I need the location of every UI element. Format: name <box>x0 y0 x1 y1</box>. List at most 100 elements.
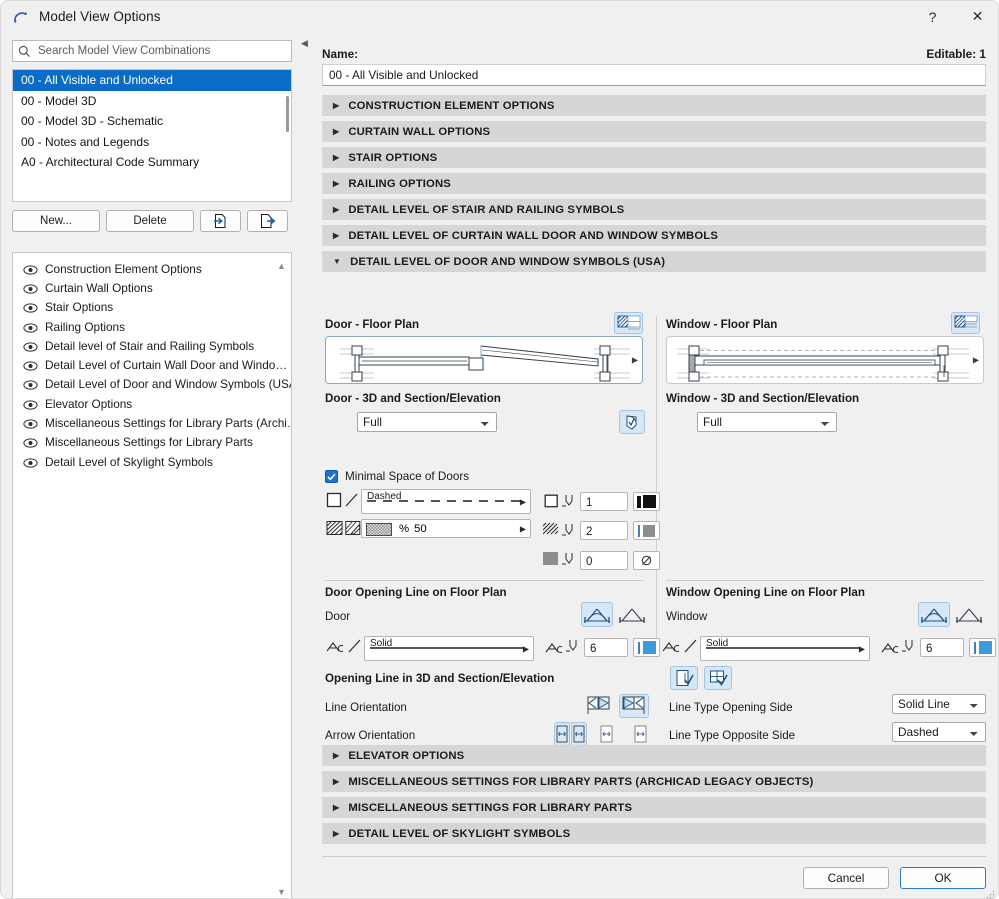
minimal-space-fill-pen-value[interactable]: 2 <box>580 521 628 540</box>
collapse-left-arrow-icon[interactable]: ◀ <box>301 38 308 49</box>
opening-line-pen-icon[interactable] <box>662 640 682 659</box>
window-floor-plan-preview[interactable]: ▶ <box>666 336 984 384</box>
eye-icon[interactable] <box>23 360 38 370</box>
contour-square-icon[interactable] <box>544 494 559 513</box>
eye-icon[interactable] <box>23 399 38 409</box>
list-item[interactable]: Curtain Wall Options <box>13 278 291 297</box>
solid-grey-icon[interactable] <box>543 552 558 565</box>
eye-icon[interactable] <box>23 341 38 351</box>
section-detail-level-curtain-wall-door-window[interactable]: ▶ DETAIL LEVEL OF CURTAIN WALL DOOR AND … <box>322 225 986 246</box>
list-item[interactable]: Construction Element Options <box>13 259 291 278</box>
arrow-orientation-single-right-icon[interactable] <box>631 722 649 746</box>
hatch-fill-icon[interactable] <box>326 520 343 541</box>
search-input[interactable] <box>36 42 281 60</box>
options-list[interactable]: Construction Element Options Curtain Wal… <box>12 252 292 899</box>
import-arrow-icon[interactable] <box>200 210 241 232</box>
list-item[interactable]: Detail level of Stair and Railing Symbol… <box>13 336 291 355</box>
door-opening-3d-icon[interactable] <box>670 666 698 690</box>
window-opening-pen-value[interactable]: 6 <box>920 638 964 657</box>
dropdown-arrow-icon[interactable]: ▶ <box>523 644 529 653</box>
door-floor-plan-preview[interactable]: ▶ <box>325 336 643 384</box>
preview-next-arrow-icon[interactable]: ▶ <box>632 356 638 365</box>
window-3d-detail-select[interactable]: Full <box>697 412 837 432</box>
hatch-wall-detail-icon[interactable] <box>614 312 643 334</box>
section-elevator-options[interactable]: ▶ ELEVATOR OPTIONS <box>322 745 986 766</box>
list-item[interactable]: Elevator Options <box>13 394 291 413</box>
name-input[interactable]: 00 - All Visible and Unlocked <box>322 64 986 86</box>
export-arrow-icon[interactable] <box>247 210 288 232</box>
section-construction-element-options[interactable]: ▶ CONSTRUCTION ELEMENT OPTIONS <box>322 95 986 116</box>
contour-square-icon[interactable] <box>326 492 342 513</box>
section-curtain-wall-options[interactable]: ▶ CURTAIN WALL OPTIONS <box>322 121 986 142</box>
list-item[interactable]: 00 - Model 3D <box>13 91 291 112</box>
opening-line-curved-icon[interactable] <box>918 602 950 627</box>
eye-icon[interactable] <box>23 283 38 293</box>
pen-blue-swatch[interactable] <box>633 638 660 657</box>
line-orientation-left-icon[interactable] <box>584 694 614 718</box>
section-detail-level-stair-railing[interactable]: ▶ DETAIL LEVEL OF STAIR AND RAILING SYMB… <box>322 199 986 220</box>
fill-pen-icon[interactable] <box>345 520 361 541</box>
opening-line-pen-icon[interactable] <box>326 640 346 659</box>
list-item[interactable]: 00 - Notes and Legends <box>13 132 291 153</box>
arrow-orientation-inner-icon[interactable] <box>571 722 587 746</box>
opening-line-straight-icon[interactable] <box>616 602 648 627</box>
window-opening-line-type-field[interactable]: Solid ▶ <box>700 636 870 661</box>
door-swing-detail-icon[interactable] <box>619 410 645 434</box>
line-type-opening-side-select[interactable]: Solid Line <box>892 694 986 714</box>
preview-next-arrow-icon[interactable]: ▶ <box>973 356 979 365</box>
dropdown-arrow-icon[interactable]: ▶ <box>520 524 526 533</box>
opening-line-straight-icon[interactable] <box>953 602 985 627</box>
eye-icon[interactable] <box>23 302 38 312</box>
pen-black-swatch[interactable] <box>633 492 660 511</box>
pane-splitter[interactable]: ◀ <box>299 34 313 892</box>
help-button[interactable]: ? <box>910 1 955 32</box>
scroll-down-arrow-icon[interactable]: ▼ <box>275 885 288 898</box>
section-misc-library-parts-legacy[interactable]: ▶ MISCELLANEOUS SETTINGS FOR LIBRARY PAR… <box>322 771 986 792</box>
line-orientation-right-icon[interactable] <box>619 694 649 718</box>
door-3d-detail-select[interactable]: Full <box>357 412 497 432</box>
minimal-space-contour-pen-value[interactable]: 1 <box>580 492 628 511</box>
line-type-opposite-side-select[interactable]: Dashed <box>892 722 986 742</box>
dropdown-arrow-icon[interactable]: ▶ <box>520 497 526 506</box>
eye-icon[interactable] <box>23 264 38 274</box>
eye-icon[interactable] <box>23 379 38 389</box>
minimal-space-of-doors-row[interactable]: Minimal Space of Doors <box>325 470 469 483</box>
checkbox-checked-icon[interactable] <box>325 470 338 483</box>
close-icon[interactable]: ✕ <box>955 1 999 32</box>
dropdown-arrow-icon[interactable]: ▶ <box>859 644 865 653</box>
eye-icon[interactable] <box>23 322 38 332</box>
list-item[interactable]: Railing Options <box>13 317 291 336</box>
door-opening-pen-value[interactable]: 6 <box>584 638 628 657</box>
ok-button[interactable]: OK <box>900 867 986 889</box>
list-item[interactable]: Stair Options <box>13 298 291 317</box>
section-detail-level-door-window-usa[interactable]: ▼ DETAIL LEVEL OF DOOR AND WINDOW SYMBOL… <box>322 251 986 272</box>
delete-button[interactable]: Delete <box>106 210 194 232</box>
scrollbar[interactable] <box>286 96 289 132</box>
list-item[interactable]: A0 - Architectural Code Summary <box>13 152 291 173</box>
pen-blue-swatch[interactable] <box>969 638 996 657</box>
no-pen-swatch[interactable] <box>633 551 660 570</box>
cancel-button[interactable]: Cancel <box>803 867 889 889</box>
window-opening-3d-icon[interactable] <box>704 666 732 690</box>
section-stair-options[interactable]: ▶ STAIR OPTIONS <box>322 147 986 168</box>
list-item[interactable]: 00 - All Visible and Unlocked <box>13 70 291 91</box>
list-item[interactable]: Miscellaneous Settings for Library Parts <box>13 433 291 452</box>
eye-icon[interactable] <box>23 418 38 428</box>
arrow-orientation-both-icon[interactable] <box>554 722 570 746</box>
minimal-space-background-pen-value[interactable]: 0 <box>580 551 628 570</box>
list-item[interactable]: Miscellaneous Settings for Library Parts… <box>13 413 291 432</box>
minimal-space-line-type-field[interactable]: Dashed ▶ <box>361 489 531 514</box>
eye-icon[interactable] <box>23 437 38 447</box>
hatch-wall-detail-icon[interactable] <box>951 312 980 334</box>
scroll-up-arrow-icon[interactable]: ▲ <box>275 259 288 272</box>
pen-grey-swatch[interactable] <box>633 521 660 540</box>
hatch-fill-icon[interactable] <box>543 522 559 541</box>
new-button[interactable]: New... <box>12 210 100 232</box>
resize-grip-icon[interactable] <box>986 886 995 895</box>
opening-line-curved-icon[interactable] <box>581 602 613 627</box>
section-misc-library-parts[interactable]: ▶ MISCELLANEOUS SETTINGS FOR LIBRARY PAR… <box>322 797 986 818</box>
section-railing-options[interactable]: ▶ RAILING OPTIONS <box>322 173 986 194</box>
list-item[interactable]: Detail Level of Curtain Wall Door and Wi… <box>13 355 291 374</box>
search-box[interactable] <box>12 40 292 62</box>
combinations-list[interactable]: 00 - All Visible and Unlocked 00 - Model… <box>12 69 292 202</box>
